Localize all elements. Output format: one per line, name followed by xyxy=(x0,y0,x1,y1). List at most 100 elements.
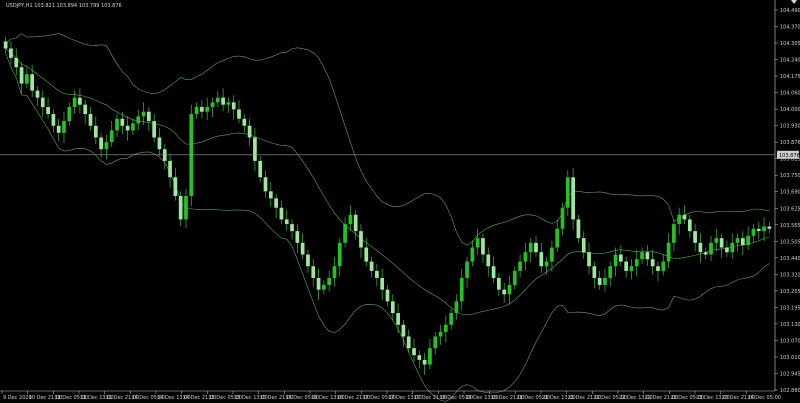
candle-body xyxy=(412,348,416,356)
candle-body xyxy=(587,252,591,267)
candle-body xyxy=(417,355,422,360)
candle-body xyxy=(746,235,750,246)
candle-body xyxy=(544,261,549,267)
candle-body xyxy=(714,238,719,243)
candle-body xyxy=(523,252,528,262)
candle-body xyxy=(375,270,379,278)
candle-body xyxy=(157,137,162,150)
candle-body xyxy=(30,74,35,91)
candle-body xyxy=(762,226,766,232)
candle-body xyxy=(19,67,24,84)
price-axis-label: 103.876 xyxy=(780,140,800,146)
candle-body xyxy=(751,228,756,236)
candle-body xyxy=(274,198,278,208)
candle-body xyxy=(109,130,114,143)
candle-body xyxy=(555,228,560,248)
candle-body xyxy=(709,242,713,255)
candle-body xyxy=(661,261,666,271)
time-axis-label: 24 Dec 05:00 xyxy=(747,395,781,401)
candle-body xyxy=(634,259,639,267)
candle-body xyxy=(263,177,268,192)
chart-menu-arrow-icon[interactable] xyxy=(791,0,797,4)
candle-body xyxy=(231,102,236,110)
candle-body xyxy=(422,359,427,365)
candle-body xyxy=(756,228,761,232)
candle-body xyxy=(438,331,443,337)
candle-body xyxy=(93,125,98,138)
candle-body xyxy=(385,289,390,302)
bollinger-lower-band xyxy=(5,53,770,402)
price-axis-label: 103.195 xyxy=(780,305,800,311)
candle-body xyxy=(459,277,464,302)
candle-body xyxy=(560,207,565,229)
price-axis-label: 102.945 xyxy=(780,371,800,377)
candle-body xyxy=(608,266,613,278)
price-axis-label: 104.490 xyxy=(780,8,800,14)
price-axis-label: 103.010 xyxy=(780,355,800,361)
candle-body xyxy=(316,277,321,290)
candle-body xyxy=(83,104,88,115)
time-axis: 9 Dec 202010 Dec 21:0011 Dec 05:0011 Dec… xyxy=(1,391,781,401)
current-price-value: 103.876 xyxy=(779,153,800,159)
candle-body xyxy=(78,97,82,105)
candle-body xyxy=(173,177,178,196)
price-axis-label: 104.000 xyxy=(780,107,800,113)
candle-body xyxy=(258,160,263,178)
price-axis-label: 103.690 xyxy=(780,190,800,196)
candle-body xyxy=(290,224,294,232)
chart-window[interactable]: 104.490 104.370 104.305 104.240 104.175 104.0… xyxy=(0,0,800,403)
candle-body xyxy=(221,97,225,105)
candle-body xyxy=(539,252,544,267)
candle-body xyxy=(279,207,284,220)
price-chart[interactable]: 104.490 104.370 104.305 104.240 104.175 104.0… xyxy=(0,0,800,403)
price-axis-label: 103.625 xyxy=(780,206,800,212)
price-axis-label: 103.505 xyxy=(780,239,800,245)
candle-body xyxy=(364,247,369,262)
candle-body xyxy=(703,252,708,255)
candle-body xyxy=(369,261,374,271)
candle-body xyxy=(550,247,554,262)
candle-body xyxy=(337,242,342,267)
candle-body xyxy=(184,196,188,220)
candle-body xyxy=(767,226,772,229)
candle-body xyxy=(475,238,480,248)
candle-body xyxy=(735,238,740,243)
candle-body xyxy=(247,125,252,138)
candle-body xyxy=(343,224,347,243)
candle-body xyxy=(449,313,453,325)
price-axis-label: 104.305 xyxy=(780,41,800,47)
price-axis-label: 103.750 xyxy=(780,173,800,179)
candle-body xyxy=(205,107,210,112)
candle-body xyxy=(300,242,305,255)
candle-body xyxy=(613,254,618,267)
candle-body xyxy=(72,97,77,108)
candle-body xyxy=(682,214,687,220)
price-axis-label: 102.880 xyxy=(780,388,800,394)
candle-body xyxy=(666,242,671,262)
candle-body xyxy=(497,277,501,290)
candle-body xyxy=(237,109,241,119)
price-axis-label: 103.320 xyxy=(780,272,800,278)
candle-body xyxy=(650,259,655,267)
candle-body xyxy=(25,74,29,84)
candle-body xyxy=(396,313,400,325)
candle-body xyxy=(295,231,300,243)
candle-body xyxy=(401,324,406,337)
price-axis-label: 104.175 xyxy=(780,74,800,80)
candle-body xyxy=(502,289,507,295)
candle-body xyxy=(454,301,459,314)
candle-body xyxy=(88,114,93,126)
candle-body xyxy=(433,336,438,349)
candle-body xyxy=(226,102,231,105)
price-axis-label: 103.070 xyxy=(780,338,800,344)
candle-body xyxy=(390,301,395,314)
candle-body xyxy=(592,266,597,278)
candle-body xyxy=(200,107,204,112)
candle-body xyxy=(624,261,629,271)
candle-body xyxy=(178,196,183,220)
candle-body xyxy=(125,125,130,131)
candle-body xyxy=(640,252,644,260)
candle-body xyxy=(136,116,141,124)
current-price-box: 103.876 xyxy=(777,150,800,159)
candle-body xyxy=(194,107,199,115)
